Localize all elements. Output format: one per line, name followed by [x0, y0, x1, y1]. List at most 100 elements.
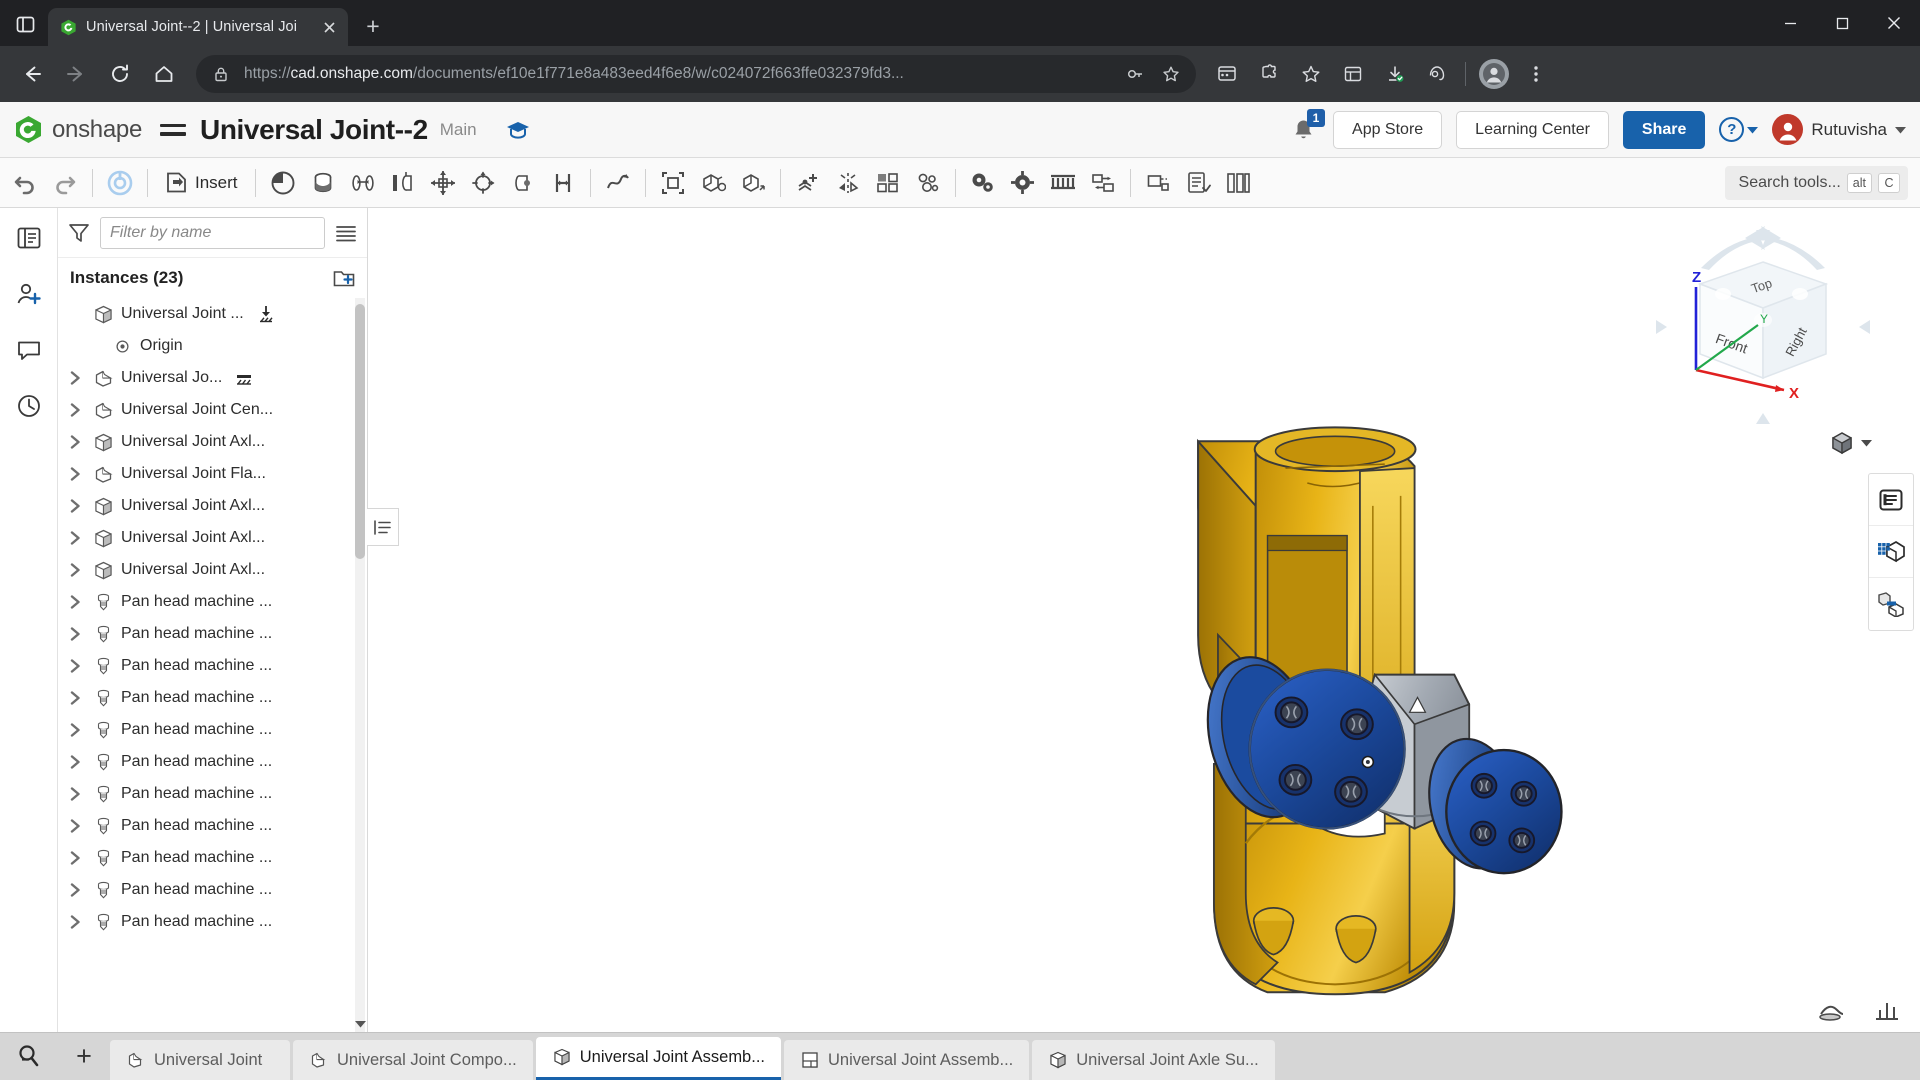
- extension-icon[interactable]: [1208, 55, 1246, 93]
- view-cube[interactable]: Top Front Right Z X Y: [1648, 222, 1878, 432]
- render-icon[interactable]: [1818, 998, 1846, 1022]
- tree-item[interactable]: Universal Joint ...: [58, 298, 367, 330]
- document-tab[interactable]: Universal Joint Assemb...: [784, 1040, 1030, 1080]
- document-tab[interactable]: Universal Joint: [110, 1040, 290, 1080]
- tree-item[interactable]: Pan head machine ...: [58, 906, 367, 938]
- add-tab-button[interactable]: +: [61, 1032, 107, 1080]
- chevron-right-icon[interactable]: [70, 595, 85, 609]
- favorites-star-icon[interactable]: [1292, 55, 1330, 93]
- gear-relation-icon[interactable]: [964, 163, 1002, 203]
- document-tab[interactable]: Universal Joint Compo...: [293, 1040, 533, 1080]
- screw-relation-icon[interactable]: [1004, 163, 1042, 203]
- chevron-right-icon[interactable]: [70, 563, 85, 577]
- measure-panel-icon[interactable]: [1874, 998, 1900, 1022]
- chevron-right-icon[interactable]: [70, 435, 85, 449]
- ball-mate-icon[interactable]: [464, 163, 502, 203]
- tree-item[interactable]: Origin: [58, 330, 367, 362]
- redo-icon[interactable]: [46, 163, 84, 203]
- tree-item[interactable]: Universal Joint Axl...: [58, 426, 367, 458]
- app-store-button[interactable]: App Store: [1333, 110, 1443, 149]
- display-panel-icon[interactable]: [1869, 474, 1913, 526]
- close-window-icon[interactable]: [1868, 0, 1920, 46]
- help-button[interactable]: ?: [1719, 117, 1759, 142]
- avatar[interactable]: [1475, 55, 1513, 93]
- tree-item[interactable]: Universal Joint Axl...: [58, 554, 367, 586]
- revolute-mate-icon[interactable]: [304, 163, 342, 203]
- user-menu[interactable]: Rutuvisha: [1772, 114, 1906, 145]
- mate-connector-icon[interactable]: [264, 163, 302, 203]
- tree-item[interactable]: Universal Joint Axl...: [58, 490, 367, 522]
- chevron-right-icon[interactable]: [70, 403, 85, 417]
- close-icon[interactable]: [318, 16, 340, 38]
- view-mode-button[interactable]: [1829, 430, 1872, 456]
- panel-collapse-button[interactable]: [367, 508, 399, 546]
- tree-item[interactable]: Pan head machine ...: [58, 682, 367, 714]
- chevron-right-icon[interactable]: [70, 819, 85, 833]
- group-icon[interactable]: [654, 163, 692, 203]
- chevron-right-icon[interactable]: [70, 883, 85, 897]
- forward-icon[interactable]: [56, 54, 96, 94]
- document-tab[interactable]: Universal Joint Axle Su...: [1032, 1040, 1275, 1080]
- tree-item[interactable]: Universal Jo...: [58, 362, 367, 394]
- chevron-right-icon[interactable]: [70, 787, 85, 801]
- tree-scroll-down-arrow[interactable]: [353, 1016, 367, 1032]
- chevron-right-icon[interactable]: [70, 499, 85, 513]
- browser-menu-icon[interactable]: [1517, 55, 1555, 93]
- home-icon[interactable]: [144, 54, 184, 94]
- download-icon[interactable]: [1376, 55, 1414, 93]
- comment-icon[interactable]: [9, 330, 49, 370]
- appearance-cube-icon[interactable]: [1869, 526, 1913, 578]
- tree-item[interactable]: Universal Joint Fla...: [58, 458, 367, 490]
- tab-search-icon[interactable]: [0, 1032, 58, 1080]
- slider-mate-icon[interactable]: [384, 163, 422, 203]
- tree-item[interactable]: Pan head machine ...: [58, 714, 367, 746]
- tree-item[interactable]: Universal Joint Cen...: [58, 394, 367, 426]
- list-view-icon[interactable]: [335, 222, 357, 244]
- search-tools-input[interactable]: Search tools... alt C: [1724, 165, 1908, 200]
- graphics-viewport[interactable]: Top Front Right Z X Y: [368, 208, 1920, 1032]
- exploded-view-icon[interactable]: [1139, 163, 1177, 203]
- site-permissions-icon[interactable]: [1122, 61, 1148, 87]
- tree-item[interactable]: Pan head machine ...: [58, 778, 367, 810]
- browser-profile-extra-icon[interactable]: [1418, 55, 1456, 93]
- notifications-icon[interactable]: 1: [1287, 108, 1326, 146]
- tree-item[interactable]: Pan head machine ...: [58, 586, 367, 618]
- linear-relation-icon[interactable]: [1084, 163, 1122, 203]
- cylindrical-mate-icon[interactable]: [344, 163, 382, 203]
- tree-item[interactable]: Pan head machine ...: [58, 618, 367, 650]
- transform-icon[interactable]: [734, 163, 772, 203]
- chevron-right-icon[interactable]: [70, 691, 85, 705]
- tree-scrollbar-thumb[interactable]: [355, 304, 365, 559]
- share-button[interactable]: Share: [1622, 110, 1706, 149]
- browser-tab[interactable]: Universal Joint--2 | Universal Joi: [48, 8, 348, 46]
- tree-item[interactable]: Pan head machine ...: [58, 842, 367, 874]
- insert-button[interactable]: Insert: [156, 163, 247, 203]
- filter-input[interactable]: Filter by name: [100, 216, 325, 249]
- chevron-right-icon[interactable]: [70, 627, 85, 641]
- learning-center-button[interactable]: Learning Center: [1456, 110, 1609, 149]
- address-bar[interactable]: https://cad.onshape.com/documents/ef10e1…: [196, 55, 1196, 93]
- minimize-icon[interactable]: [1764, 0, 1816, 46]
- history-icon[interactable]: [9, 386, 49, 426]
- branch-label[interactable]: Main: [440, 120, 477, 140]
- puzzle-extensions-icon[interactable]: [1250, 55, 1288, 93]
- browser-sidebar-toggle-icon[interactable]: [8, 7, 42, 41]
- tree-item[interactable]: Pan head machine ...: [58, 874, 367, 906]
- learning-cap-icon[interactable]: [503, 115, 533, 145]
- tangent-mate-icon[interactable]: [599, 163, 637, 203]
- onshape-logo[interactable]: onshape: [14, 115, 142, 144]
- rack-pinion-icon[interactable]: [1044, 163, 1082, 203]
- tree-item[interactable]: Pan head machine ...: [58, 810, 367, 842]
- add-person-icon[interactable]: [9, 274, 49, 314]
- tree-item[interactable]: Universal Joint Axl...: [58, 522, 367, 554]
- bookmark-star-icon[interactable]: [1158, 61, 1184, 87]
- chevron-right-icon[interactable]: [70, 851, 85, 865]
- tree-item[interactable]: Pan head machine ...: [58, 650, 367, 682]
- feature-list-icon[interactable]: [9, 218, 49, 258]
- maximize-icon[interactable]: [1816, 0, 1868, 46]
- funnel-icon[interactable]: [68, 222, 90, 244]
- add-folder-icon[interactable]: [333, 267, 355, 289]
- tree-item[interactable]: Pan head machine ...: [58, 746, 367, 778]
- chevron-right-icon[interactable]: [70, 723, 85, 737]
- chevron-right-icon[interactable]: [70, 467, 85, 481]
